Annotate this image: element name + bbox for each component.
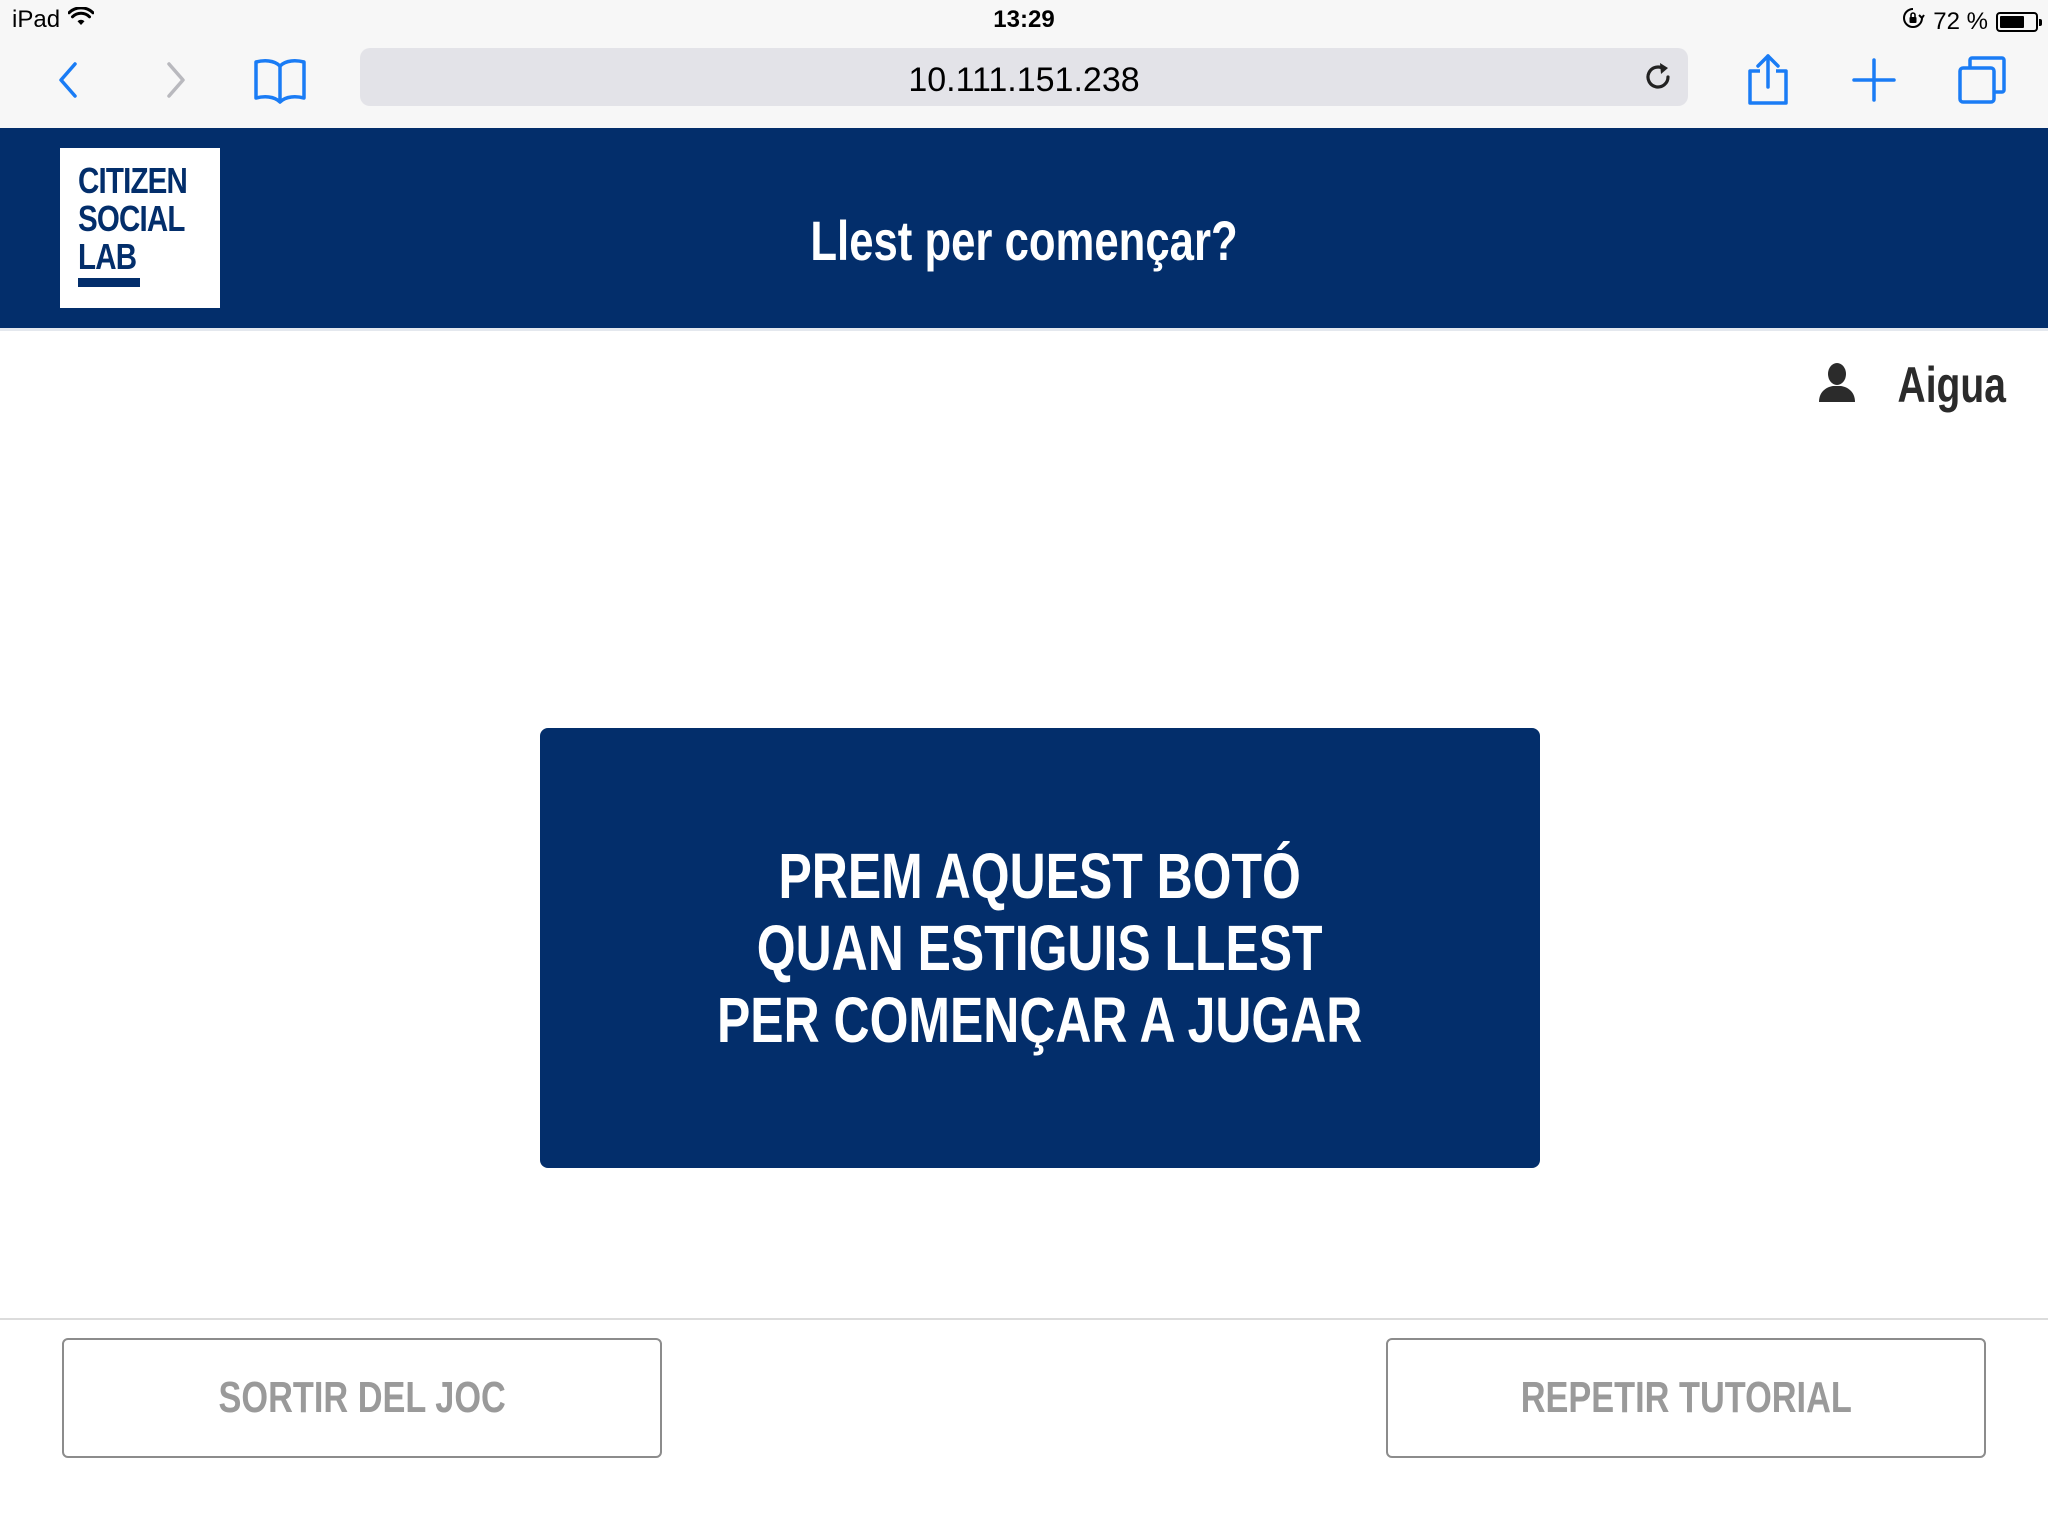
start-button-line-2: QUAN ESTIGUIS LLEST [757,912,1323,984]
status-time: 13:29 [993,6,1055,33]
share-button[interactable] [1738,52,1798,112]
browser-toolbar: 10.111.151.238 [0,40,2048,128]
exit-game-label: SORTIR DEL JOC [218,1373,506,1422]
start-button-text: PREM AQUEST BOTÓ QUAN ESTIGUIS LLEST PER… [626,840,1453,1056]
status-bar: iPad 13:29 72 % [0,0,2048,40]
bookmarks-button[interactable] [250,52,310,112]
new-tab-button[interactable] [1844,52,1904,112]
exit-game-button[interactable]: SORTIR DEL JOC [62,1338,662,1458]
orientation-lock-icon [1901,6,1926,37]
plus-icon [1850,56,1898,108]
repeat-tutorial-label: REPETIR TUTORIAL [1520,1373,1852,1422]
reload-button[interactable] [1640,59,1676,95]
battery-percentage: 72 % [1933,7,1988,35]
back-button[interactable] [38,52,98,112]
url-text: 10.111.151.238 [908,61,1140,99]
status-right: 72 % [1901,6,2042,37]
battery-level [2000,15,2025,28]
reload-icon [1640,63,1676,99]
user-name: Aigua [1897,357,2006,413]
logo-line-3: LAB [78,236,137,277]
citizen-social-lab-logo: CITIZEN SOCIAL LAB [60,148,220,308]
start-game-button[interactable]: PREM AQUEST BOTÓ QUAN ESTIGUIS LLEST PER… [540,728,1540,1168]
chevron-right-icon [161,58,191,106]
battery-icon [1996,11,2042,32]
logo-line-2: SOCIAL [78,198,185,239]
app-header: CITIZEN SOCIAL LAB Llest per començar? [0,128,2048,328]
tabs-icon [1956,54,2008,110]
page-title: Llest per començar? [810,209,1238,272]
logo-line-1: CITIZEN [78,160,188,201]
forward-button[interactable] [146,52,206,112]
book-icon [252,56,308,108]
repeat-tutorial-button[interactable]: REPETIR TUTORIAL [1386,1338,1986,1458]
footer-divider [0,1318,2048,1320]
chevron-left-icon [53,58,83,106]
logo-underline [78,278,140,287]
start-button-line-1: PREM AQUEST BOTÓ [778,840,1302,912]
share-icon [1746,53,1790,111]
user-icon [1817,362,1857,408]
tabs-button[interactable] [1952,52,2012,112]
header-divider [0,328,2048,331]
address-field[interactable]: 10.111.151.238 [360,48,1688,106]
start-button-line-3: PER COMENÇAR A JUGAR [717,984,1363,1056]
user-indicator: Aigua [1817,356,2006,414]
